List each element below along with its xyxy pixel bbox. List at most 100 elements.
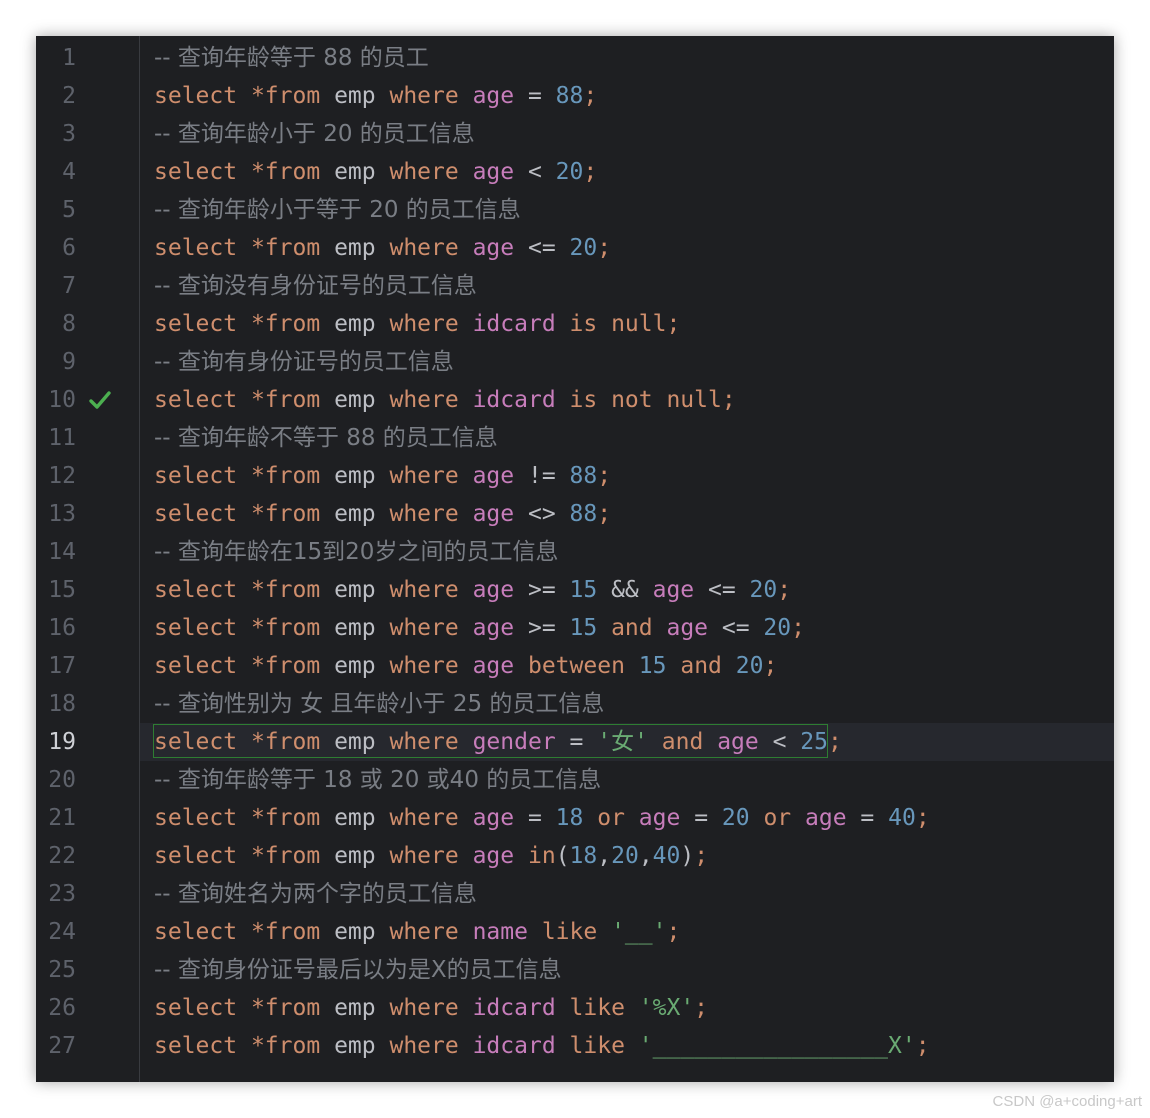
keyword-token: ; [827, 729, 842, 755]
keyword-token: select [154, 501, 238, 527]
keyword-token: select [154, 615, 238, 641]
sql-statement-line[interactable]: select *from emp where gender = '女' and … [140, 723, 1114, 761]
identifier-token: emp [334, 577, 376, 603]
operator-token [722, 653, 736, 679]
operator-token [514, 653, 528, 679]
line-number[interactable]: 3 [36, 115, 76, 153]
line-number[interactable]: 8 [36, 305, 76, 343]
line-number[interactable]: 6 [36, 229, 76, 267]
sql-statement-line[interactable]: select *from emp where age between 15 an… [140, 647, 1114, 685]
line-number[interactable]: 20 [36, 761, 76, 799]
line-number-gutter: 1 2 3 4 5 6 7 8 9 10 11 12 13 14 15 16 17 18 19 20 21 22 23 24 2… [36, 36, 140, 1082]
comment-line[interactable]: -- 查询没有身份证号的员工信息 [140, 267, 1114, 305]
line-number[interactable]: 4 [36, 153, 76, 191]
comment-line[interactable]: -- 查询年龄在15到20岁之间的员工信息 [140, 533, 1114, 571]
sql-statement-line[interactable]: select *from emp where age <> 88; [140, 495, 1114, 533]
sql-statement-line[interactable]: select *from emp where idcard like '____… [140, 1027, 1114, 1065]
operator-token [459, 995, 473, 1021]
line-number[interactable]: 17 [36, 647, 76, 685]
comment-line[interactable]: -- 查询年龄等于 18 或 20 或40 的员工信息 [140, 761, 1114, 799]
line-number[interactable]: 15 [36, 571, 76, 609]
code-editor[interactable]: 1 2 3 4 5 6 7 8 9 10 11 12 13 14 15 16 17 18 19 20 21 22 23 24 2… [36, 36, 1114, 1082]
keyword-token: ; [915, 805, 930, 831]
identifier-token: emp [334, 501, 376, 527]
number-token: 88 [569, 501, 598, 527]
column-token: age [717, 729, 759, 755]
operator-token [237, 463, 251, 489]
column-token: age [472, 463, 515, 489]
operator-token [459, 387, 473, 413]
line-number[interactable]: 9 [36, 343, 76, 381]
keyword-token: select [154, 463, 238, 489]
comment-line[interactable]: -- 查询有身份证号的员工信息 [140, 343, 1114, 381]
comment-line[interactable]: -- 查询姓名为两个字的员工信息 [140, 875, 1114, 913]
sql-statement-line[interactable]: select *from emp where age != 88; [140, 457, 1114, 495]
sql-statement-line[interactable]: select *from emp where name like '__'; [140, 913, 1114, 951]
line-number[interactable]: 7 [36, 267, 76, 305]
code-area[interactable]: -- 查询年龄等于 88 的员工 select *from emp where a… [140, 36, 1114, 1082]
identifier-token: emp [334, 919, 376, 945]
sql-statement-line[interactable]: select *from emp where age >= 15 and age… [140, 609, 1114, 647]
line-number[interactable]: 1 [36, 39, 76, 77]
sql-statement-line[interactable]: select *from emp where age = 88; [140, 77, 1114, 115]
comment-line[interactable]: -- 查询年龄小于等于 20 的员工信息 [140, 191, 1114, 229]
keyword-token: where [389, 729, 459, 755]
identifier-token: emp [334, 159, 376, 185]
comment-line[interactable]: -- 查询年龄不等于 88 的员工信息 [140, 419, 1114, 457]
operator-token [459, 653, 473, 679]
line-number[interactable]: 10 [36, 381, 76, 419]
line-number[interactable]: 16 [36, 609, 76, 647]
keyword-token: *from [250, 995, 321, 1021]
column-token: idcard [472, 311, 556, 337]
keyword-token: where [389, 83, 459, 109]
line-number[interactable]: 14 [36, 533, 76, 571]
line-number[interactable]: 2 [36, 77, 76, 115]
operator-token [459, 83, 473, 109]
column-token: age [666, 615, 709, 641]
operator-token [320, 159, 334, 185]
keyword-token: where [389, 311, 459, 337]
keyword-token: select [154, 995, 238, 1021]
operator-token: = [680, 805, 722, 831]
comment-line[interactable]: -- 查询性别为 女 且年龄小于 25 的员工信息 [140, 685, 1114, 723]
line-number[interactable]: 23 [36, 875, 76, 913]
sql-statement-line[interactable]: select *from emp where age <= 20; [140, 229, 1114, 267]
sql-statement-line[interactable]: select *from emp where idcard is not nul… [140, 381, 1114, 419]
comment-line[interactable]: -- 查询身份证号最后以为是X的员工信息 [140, 951, 1114, 989]
line-number[interactable]: 26 [36, 989, 76, 1027]
operator-token [237, 805, 251, 831]
identifier-token: emp [334, 729, 376, 755]
sql-statement-line[interactable]: select *from emp where age = 18 or age =… [140, 799, 1114, 837]
sql-statement-line[interactable]: select *from emp where age >= 15 && age … [140, 571, 1114, 609]
column-token: age [472, 83, 515, 109]
line-number[interactable]: 13 [36, 495, 76, 533]
sql-statement-line[interactable]: select *from emp where age < 20; [140, 153, 1114, 191]
identifier-token: emp [334, 83, 376, 109]
line-number[interactable]: 22 [36, 837, 76, 875]
sql-statement-line[interactable]: select *from emp where idcard like '%X'; [140, 989, 1114, 1027]
operator-token [320, 311, 334, 337]
line-number[interactable]: 25 [36, 951, 76, 989]
operator-token: <= [708, 615, 764, 641]
line-number[interactable]: 5 [36, 191, 76, 229]
line-number[interactable]: 21 [36, 799, 76, 837]
line-number[interactable]: 19 [36, 723, 76, 761]
comment-line[interactable]: -- 查询年龄等于 88 的员工 [140, 39, 1114, 77]
sql-statement-line[interactable]: select *from emp where idcard is null; [140, 305, 1114, 343]
comment-line[interactable]: -- 查询年龄小于 20 的员工信息 [140, 115, 1114, 153]
operator-token [459, 919, 473, 945]
keyword-token: or [597, 805, 625, 831]
keyword-token: select [154, 805, 238, 831]
sql-statement-line[interactable]: select *from emp where age in(18,20,40); [140, 837, 1114, 875]
column-token: age [472, 843, 515, 869]
line-number[interactable]: 24 [36, 913, 76, 951]
string-token: '__' [611, 919, 667, 945]
line-number[interactable]: 11 [36, 419, 76, 457]
line-number[interactable]: 18 [36, 685, 76, 723]
line-number[interactable]: 12 [36, 457, 76, 495]
keyword-token: *from [250, 235, 321, 261]
line-number[interactable]: 27 [36, 1027, 76, 1065]
keyword-token: ; [694, 995, 709, 1021]
operator-token [320, 387, 334, 413]
keyword-token: where [389, 615, 459, 641]
